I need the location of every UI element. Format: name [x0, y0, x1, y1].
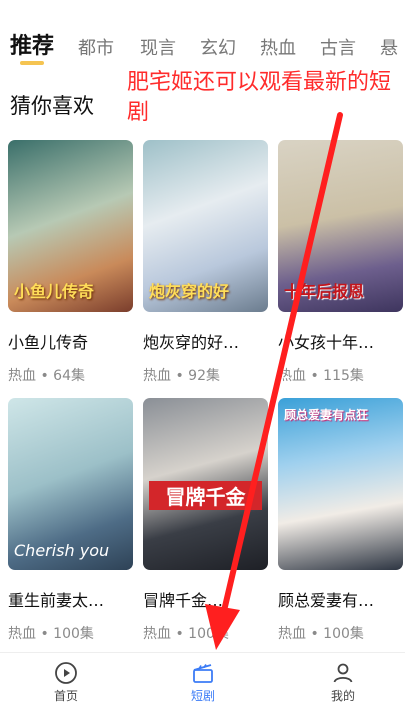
- tab-ancient-romance[interactable]: 古言: [320, 34, 356, 60]
- nav-short-drama[interactable]: 短剧: [163, 661, 243, 704]
- nav-home[interactable]: 首页: [26, 661, 106, 704]
- card-title[interactable]: 重生前妻太…: [8, 587, 133, 611]
- tab-recommend[interactable]: 推荐: [10, 28, 54, 60]
- drama-poster[interactable]: 顾总爱妻有点狂: [278, 398, 403, 570]
- poster-title: 顾总爱妻有点狂: [284, 408, 369, 422]
- card-title[interactable]: 冒牌千金…: [143, 587, 268, 611]
- nav-label: 我的: [330, 689, 355, 703]
- tab-hot-blood[interactable]: 热血: [260, 34, 296, 60]
- tab-fantasy[interactable]: 玄幻: [200, 34, 236, 60]
- card-title[interactable]: 小女孩十年…: [278, 329, 403, 353]
- section-title: 猜你喜欢: [10, 94, 94, 118]
- annotation-text: 肥宅姬还可以观看最新的短剧: [127, 70, 392, 125]
- card-title[interactable]: 小鱼儿传奇: [8, 329, 133, 353]
- drama-card[interactable]: 顾总爱妻有点狂 顾总爱妻有… 热血 • 100集: [278, 398, 403, 643]
- card-title[interactable]: 顾总爱妻有…: [278, 587, 403, 611]
- clapperboard-icon: [193, 664, 213, 683]
- drama-poster[interactable]: Cherish you: [8, 398, 133, 570]
- card-meta: 热血 • 64集: [8, 368, 85, 384]
- poster-title: 炮灰穿的好: [149, 282, 230, 301]
- play-circle-icon: [55, 662, 77, 684]
- drama-poster[interactable]: 冒牌千金: [143, 398, 268, 570]
- card-meta: 热血 • 100集: [8, 626, 94, 642]
- card-meta: 热血 • 100集: [278, 626, 364, 642]
- tab-active-indicator: [20, 61, 44, 65]
- poster-title: 冒牌千金: [149, 481, 262, 510]
- card-meta: 热血 • 115集: [278, 368, 364, 384]
- card-meta: 热血 • 100集: [143, 626, 229, 642]
- poster-title: 十年后报恩: [284, 282, 365, 301]
- drama-card[interactable]: 十年后报恩 小女孩十年… 热血 • 115集: [278, 140, 403, 385]
- nav-mine[interactable]: 我的: [303, 661, 383, 704]
- bottom-nav: 首页 短剧 我的: [0, 652, 405, 709]
- poster-title: 小鱼儿传奇: [14, 282, 95, 301]
- tab-urban[interactable]: 都市: [78, 34, 114, 60]
- tab-suspense[interactable]: 悬: [380, 34, 398, 60]
- card-meta: 热血 • 92集: [143, 368, 220, 384]
- drama-card[interactable]: 冒牌千金 冒牌千金… 热血 • 100集: [143, 398, 268, 643]
- card-title[interactable]: 炮灰穿的好…: [143, 329, 268, 353]
- drama-card[interactable]: Cherish you 重生前妻太… 热血 • 100集: [8, 398, 133, 643]
- drama-poster[interactable]: 炮灰穿的好: [143, 140, 268, 312]
- drama-card[interactable]: 炮灰穿的好 炮灰穿的好… 热血 • 92集: [143, 140, 268, 385]
- drama-card[interactable]: 小鱼儿传奇 小鱼儿传奇 热血 • 64集: [8, 140, 133, 385]
- drama-poster[interactable]: 十年后报恩: [278, 140, 403, 312]
- tab-modern-romance[interactable]: 现言: [140, 34, 176, 60]
- nav-label: 短剧: [190, 689, 215, 703]
- user-icon: [333, 663, 353, 683]
- drama-poster[interactable]: 小鱼儿传奇: [8, 140, 133, 312]
- category-tabs: 推荐 都市 现言 玄幻 热血 古言 悬: [0, 28, 405, 68]
- nav-label: 首页: [53, 689, 78, 703]
- poster-title: Cherish you: [14, 541, 110, 560]
